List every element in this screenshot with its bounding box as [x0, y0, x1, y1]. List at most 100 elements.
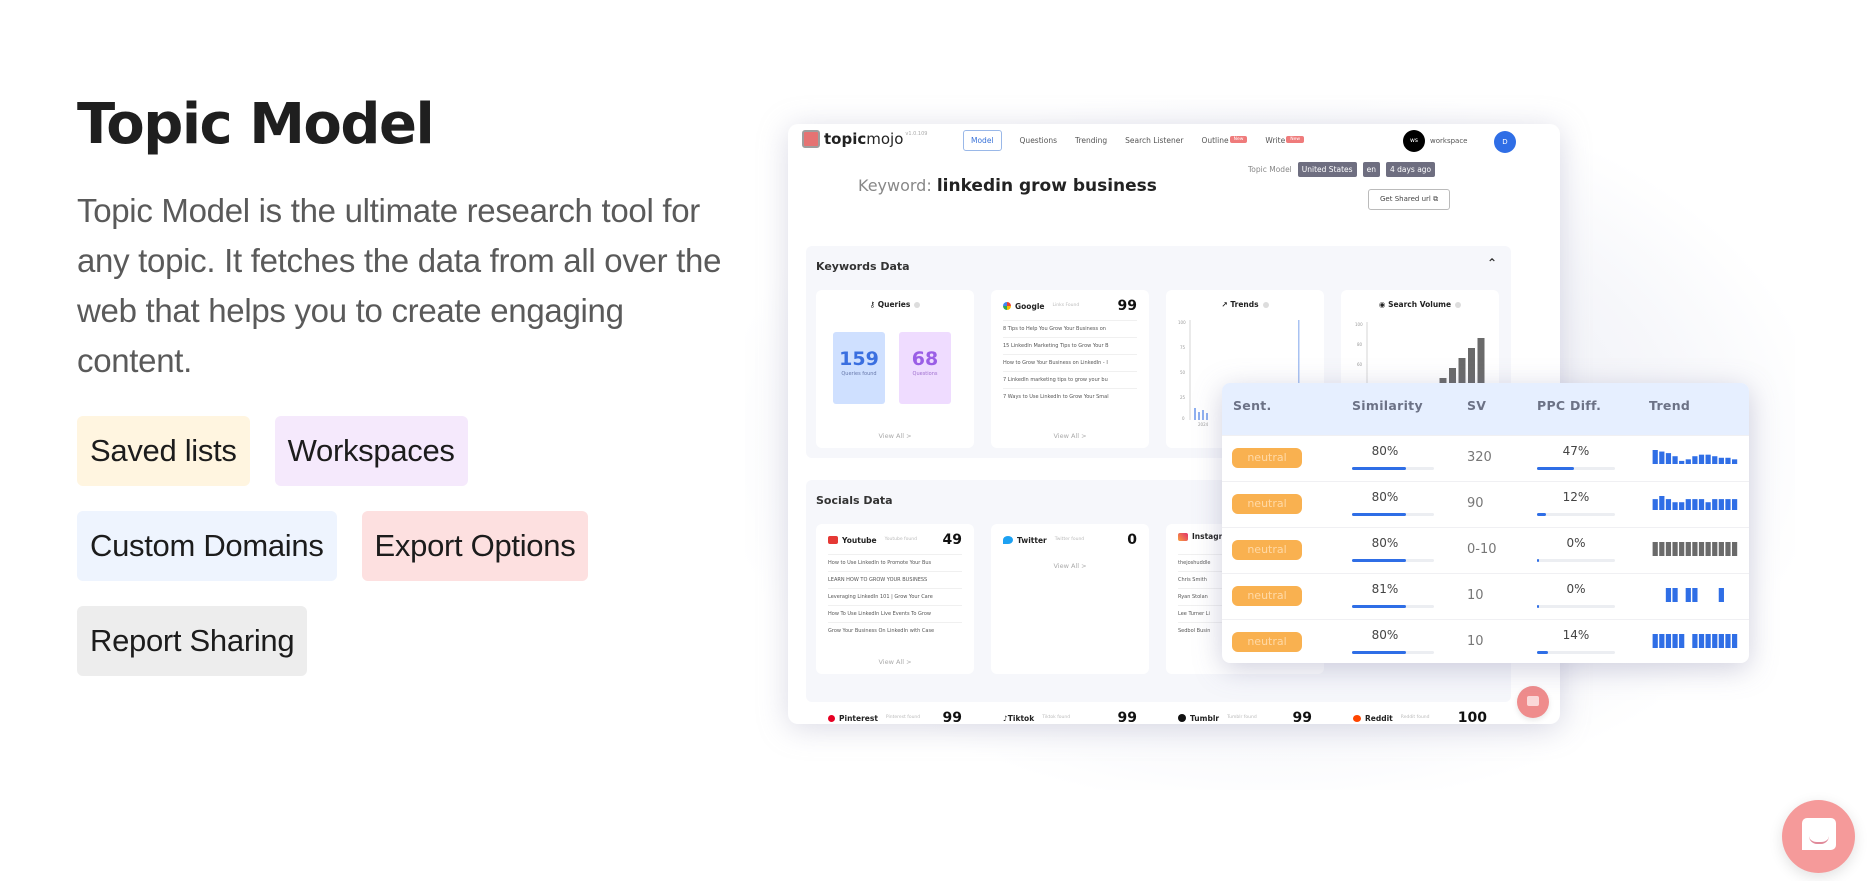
card-count: 100 [1457, 710, 1487, 724]
google-card: Google Links Found 99 8 Tips to Help You… [991, 290, 1149, 448]
similarity-bar [1352, 651, 1434, 654]
col-sv[interactable]: SV [1467, 398, 1486, 413]
list-item[interactable]: 15 LinkedIn Marketing Tips to Grow Your … [1003, 337, 1137, 354]
similarity-bar-fill [1352, 605, 1407, 608]
trend-bar [1659, 542, 1665, 556]
ppc-diff-value: 47% [1562, 444, 1590, 458]
col-similarity[interactable]: Similarity [1352, 398, 1423, 413]
similarity-value: 80% [1371, 536, 1399, 550]
card-count: 99 [1117, 298, 1137, 314]
section-title: Keywords Data [816, 260, 910, 273]
reddit-card: Reddit Reddit found 100 [1341, 702, 1499, 724]
reddit-icon [1353, 714, 1361, 722]
table-row[interactable]: neutral 80% 90 12% [1222, 481, 1749, 527]
similarity-value: 80% [1371, 444, 1399, 458]
sentiment-badge: neutral [1232, 632, 1302, 652]
card-title: Google [1015, 301, 1045, 311]
trend-bar [1718, 542, 1724, 556]
trend-bar [1712, 634, 1718, 648]
similarity-bar [1352, 513, 1434, 516]
app-chat-button[interactable] [1517, 686, 1549, 718]
google-icon [1003, 302, 1011, 310]
trend-bar [1718, 499, 1724, 510]
similarity-bar [1352, 559, 1434, 562]
workspace-switcher[interactable]: ws workspace [1403, 130, 1467, 152]
workspace-label: workspace [1430, 137, 1468, 145]
user-avatar[interactable]: D [1494, 131, 1516, 153]
section-title: Socials Data [816, 494, 893, 507]
card-title: Tiktok [1007, 713, 1035, 723]
tumblr-icon [1178, 714, 1186, 722]
card-title: Search Volume [1388, 300, 1452, 309]
trend-bar [1659, 634, 1665, 648]
nav-search-listener[interactable]: Search Listener [1125, 136, 1183, 145]
table-row[interactable]: neutral 81% 10 0% [1222, 573, 1749, 619]
main-nav: Model Questions Trending Search Listener… [963, 130, 1305, 151]
trend-bar [1652, 499, 1658, 510]
col-trend[interactable]: Trend [1649, 398, 1690, 413]
nav-write[interactable]: Write New [1265, 136, 1305, 145]
queries-found-count: 159 [839, 348, 879, 370]
similarity-bar [1352, 467, 1434, 470]
nav-model[interactable]: Model [963, 130, 1002, 151]
nav-questions[interactable]: Questions [1020, 136, 1057, 145]
list-item[interactable]: 7 LinkedIn marketing tips to grow your b… [1003, 371, 1137, 388]
sentiment-badge: neutral [1232, 494, 1302, 514]
card-subtitle: Twitter found [1054, 537, 1085, 542]
y-tick: 50 [1180, 370, 1186, 375]
questions-count: 68 [911, 348, 939, 370]
list-item[interactable]: How To Use LinkedIn Live Events To Grow [828, 605, 962, 622]
list-item[interactable]: Grow Your Business On LinkedIn with Case [828, 622, 962, 639]
ppc-diff-value: 14% [1562, 628, 1590, 642]
feature-chip-export-options: Export Options [361, 511, 589, 581]
list-item[interactable]: How to Grow Your Business on LinkedIn - … [1003, 354, 1137, 371]
trend-bar [1725, 542, 1731, 556]
view-all-link[interactable]: View All > [991, 562, 1149, 570]
trend-bar [1712, 456, 1718, 464]
pinterest-icon [828, 714, 835, 722]
feature-chip-custom-domains: Custom Domains [77, 511, 337, 581]
feature-chip-saved-lists: Saved lists [77, 416, 250, 486]
view-all-link[interactable]: View All > [991, 432, 1149, 440]
list-item[interactable]: How to Use LinkedIn to Promote Your Bus [828, 554, 962, 571]
similarity-bar-fill [1352, 651, 1406, 654]
nav-trending[interactable]: Trending [1075, 136, 1107, 145]
pinterest-card: Pinterest Pinterest found 99 [816, 702, 974, 724]
y-tick: 100 [1178, 320, 1186, 325]
similarity-value: 80% [1371, 490, 1399, 504]
y-tick: 75 [1180, 345, 1186, 350]
list-item[interactable]: LEARN HOW TO GROW YOUR BUSINESS [828, 571, 962, 588]
list-item[interactable]: 8 Tips to Help You Grow Your Business on [1003, 320, 1137, 337]
trend-bar [1731, 499, 1738, 510]
y-tick: 0 [1182, 416, 1185, 421]
view-all-link[interactable]: View All > [816, 658, 974, 666]
chat-widget-button[interactable] [1782, 800, 1855, 873]
col-ppc-diff[interactable]: PPC Diff. [1537, 398, 1601, 413]
trend-bar [1665, 499, 1672, 510]
view-all-link[interactable]: View All > [816, 432, 974, 440]
trend-bar [1679, 460, 1685, 464]
search-volume-value: 90 [1467, 496, 1484, 511]
trend-bar [1672, 502, 1678, 510]
nav-outline[interactable]: Outline New [1201, 136, 1248, 145]
table-row[interactable]: neutral 80% 0-10 0% [1222, 527, 1749, 573]
table-row[interactable]: neutral 80% 10 14% [1222, 619, 1749, 663]
list-item[interactable]: 7 Ways to Use LinkedIn to Grow Your Smal [1003, 388, 1137, 405]
trend-bar [1705, 454, 1711, 464]
logo[interactable]: topicmojo v1.0.109 [802, 130, 927, 148]
col-sentiment[interactable]: Sent. [1233, 398, 1272, 413]
questions-box[interactable]: 68 Questions [899, 332, 951, 404]
similarity-bar-fill [1352, 513, 1406, 516]
youtube-icon [828, 536, 838, 544]
chevron-up-icon[interactable]: ⌃ [1487, 256, 1497, 270]
get-shared-url-button[interactable]: Get Shared url ⧉ [1368, 189, 1451, 210]
share-button-label: Get Shared url [1380, 195, 1431, 203]
table-body: neutral 80% 320 47% neutral 80% 90 12% n… [1222, 435, 1749, 663]
table-row[interactable]: neutral 80% 320 47% [1222, 435, 1749, 481]
list-item[interactable]: Leveraging LinkedIn 101 | Grow Your Care [828, 588, 962, 605]
questions-label: Questions [912, 371, 938, 377]
trend-bar [1679, 542, 1685, 556]
youtube-results: How to Use LinkedIn to Promote Your Bus … [828, 554, 962, 639]
keyword-label: Keyword: [858, 176, 932, 195]
queries-found-box[interactable]: 159 Queries found [833, 332, 885, 404]
